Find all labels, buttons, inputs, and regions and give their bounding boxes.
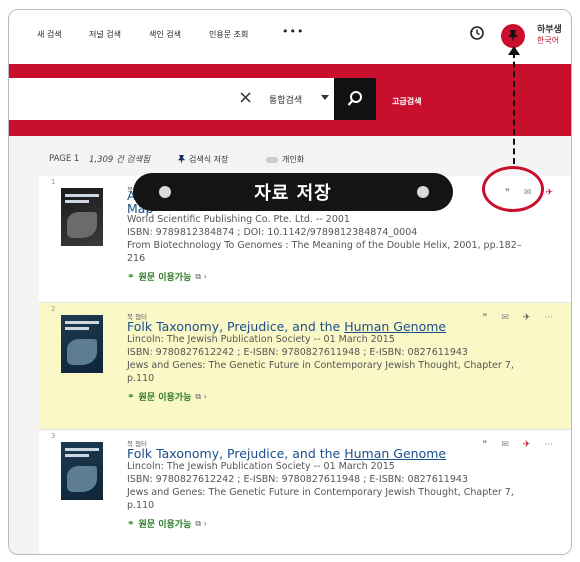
result-source-pages: 216 — [127, 253, 146, 264]
result-title[interactable]: Folk Taxonomy, Prejudice, and the Human … — [127, 446, 446, 461]
result-source: Jews and Genes: The Genetic Future in Co… — [127, 487, 514, 498]
book-cover-image[interactable] — [61, 315, 103, 373]
result-publisher: Lincoln: The Jewish Publication Society … — [127, 334, 395, 345]
result-publisher: World Scientific Publishing Co. Pte. Ltd… — [127, 214, 350, 225]
chevron-down-icon[interactable] — [321, 95, 329, 100]
result-identifiers: ISBN: 9789812384874 ; DOI: 10.1142/97898… — [127, 227, 418, 238]
search-input[interactable]: × 통합검색 — [9, 78, 349, 120]
title-part[interactable]: Folk Taxonomy, Prejudice, and the — [127, 446, 344, 461]
external-link-icon: ⧉ › — [195, 518, 207, 528]
cover-decoration — [67, 466, 97, 492]
result-publisher: Lincoln: The Jewish Publication Society … — [127, 461, 395, 472]
pin-icon — [508, 30, 518, 42]
cover-decoration — [67, 339, 97, 365]
result-item[interactable]: 2 북 챕터 Folk Taxonomy, Prejudice, and the… — [39, 303, 571, 430]
cover-decoration — [65, 454, 89, 457]
title-part-highlight[interactable]: Human Genome — [344, 446, 446, 461]
cover-decoration — [65, 200, 89, 203]
more-actions-icon[interactable]: ··· — [544, 313, 553, 323]
result-actions: ❞ ✉ ✈ ··· — [482, 440, 553, 450]
page-label: PAGE 1 — [49, 154, 80, 164]
result-source-pages: p.110 — [127, 500, 155, 511]
cover-decoration — [65, 327, 89, 330]
save-items-banner: 자료 저장 — [133, 173, 453, 211]
availability-label: 원문 이용가능 — [138, 393, 192, 403]
left-gutter — [9, 176, 39, 554]
availability-label: 원문 이용가능 — [138, 520, 192, 530]
personalize-label: 개인화 — [282, 155, 305, 164]
annotation-highlight-circle — [482, 166, 544, 212]
annotation-arrow-icon — [508, 46, 520, 55]
personalize-toggle[interactable]: 개인화 — [266, 154, 304, 165]
result-title[interactable]: Folk Taxonomy, Prejudice, and the Human … — [127, 319, 446, 334]
link-icon: ⚭ — [127, 391, 135, 402]
result-number: 3 — [51, 432, 56, 440]
external-link-icon: ⧉ › — [195, 391, 207, 401]
cite-icon[interactable]: ❞ — [482, 440, 487, 450]
result-identifiers: ISBN: 9780827612242 ; E-ISBN: 9780827611… — [127, 347, 468, 358]
pin-icon[interactable]: ✈ — [545, 188, 553, 198]
search-scope-select[interactable]: 통합검색 — [269, 93, 302, 106]
cover-decoration — [65, 321, 99, 324]
browser-frame: 새 검색 저널 검색 색인 검색 인용문 조회 ••• 하부생 한국어 × 통합… — [8, 9, 572, 555]
advanced-search-link[interactable]: 고급검색 — [392, 96, 421, 107]
nav-citation-lookup[interactable]: 인용문 조회 — [209, 29, 248, 40]
result-number: 1 — [51, 178, 56, 186]
banner-dot — [417, 186, 429, 198]
full-text-available-link[interactable]: ⚭ 원문 이용가능 ⧉ › — [127, 517, 207, 531]
full-text-available-link[interactable]: ⚭ 원문 이용가능 ⧉ › — [127, 270, 207, 284]
saved-items-pin-button[interactable] — [501, 24, 525, 48]
annotation-dashed-line — [513, 52, 515, 164]
title-part[interactable]: Folk Taxonomy, Prejudice, and the — [127, 319, 344, 334]
clear-search-icon[interactable]: × — [238, 87, 253, 108]
book-cover-image[interactable] — [61, 188, 103, 246]
cover-decoration — [65, 194, 99, 197]
banner-dot — [159, 186, 171, 198]
result-source: From Biotechnology To Genomes : The Mean… — [127, 240, 522, 251]
cite-icon[interactable]: ❞ — [482, 313, 487, 323]
pin-icon — [177, 155, 186, 164]
results-list: 1 북 챕터 Att Map World Scientific Publishi… — [39, 176, 571, 554]
link-icon: ⚭ — [127, 518, 135, 529]
language-selector[interactable]: 한국어 — [537, 35, 559, 46]
result-actions: ❞ ✉ ✈ ··· — [482, 313, 553, 323]
availability-label: 원문 이용가능 — [138, 273, 192, 283]
result-identifiers: ISBN: 9780827612242 ; E-ISBN: 9780827611… — [127, 474, 468, 485]
save-search-button[interactable]: 검색식 저장 — [177, 154, 228, 165]
link-icon: ⚭ — [127, 271, 135, 282]
nav-journal-search[interactable]: 저널 검색 — [89, 29, 121, 40]
nav-new-search[interactable]: 새 검색 — [37, 29, 62, 40]
full-text-available-link[interactable]: ⚭ 원문 이용가능 ⧉ › — [127, 390, 207, 404]
result-number: 2 — [51, 305, 56, 313]
email-icon[interactable]: ✉ — [501, 313, 509, 323]
result-source: Jews and Genes: The Genetic Future in Co… — [127, 360, 514, 371]
more-menu-icon[interactable]: ••• — [282, 25, 304, 38]
book-cover-image[interactable] — [61, 442, 103, 500]
result-source-pages: p.110 — [127, 373, 155, 384]
search-band: × 통합검색 고급검색 — [9, 64, 571, 136]
pin-icon[interactable]: ✈ — [523, 440, 531, 450]
user-name[interactable]: 하부생 — [537, 22, 562, 35]
email-icon[interactable]: ✉ — [501, 440, 509, 450]
nav-index-search[interactable]: 색인 검색 — [149, 29, 181, 40]
unpin-icon[interactable]: ✈ — [523, 313, 531, 323]
result-item[interactable]: 3 북 챕터 Folk Taxonomy, Prejudice, and the… — [39, 430, 571, 554]
toggle-switch[interactable] — [266, 156, 278, 163]
cover-decoration — [67, 212, 97, 238]
results-toolbar: PAGE 1 1,309 건 검색됨 검색식 저장 개인화 — [9, 136, 571, 176]
save-search-label: 검색식 저장 — [189, 155, 229, 164]
search-button[interactable] — [334, 78, 376, 120]
more-actions-icon[interactable]: ··· — [544, 440, 553, 450]
search-icon — [347, 91, 362, 106]
top-navigation: 새 검색 저널 검색 색인 검색 인용문 조회 ••• 하부생 한국어 — [9, 10, 571, 64]
external-link-icon: ⧉ › — [195, 271, 207, 281]
title-part-highlight[interactable]: Human Genome — [344, 319, 446, 334]
cover-decoration — [65, 448, 99, 451]
history-icon[interactable] — [469, 25, 485, 41]
result-count: 1,309 건 검색됨 — [89, 155, 151, 165]
banner-text: 자료 저장 — [254, 183, 332, 204]
